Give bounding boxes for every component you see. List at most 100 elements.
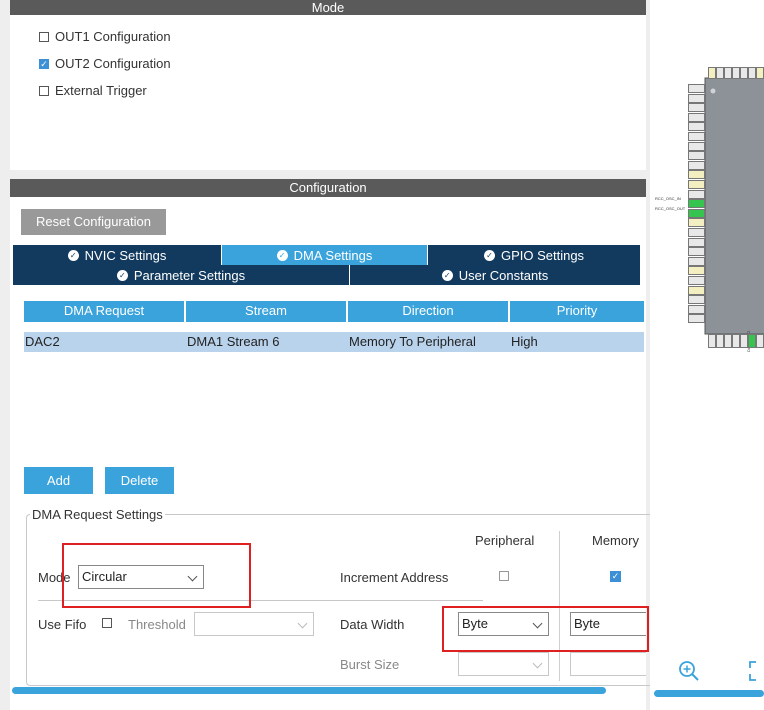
- chip-pin-left[interactable]: [688, 266, 705, 276]
- chip-pin-top[interactable]: [732, 67, 740, 79]
- check-circle-icon: ✓: [67, 249, 79, 261]
- chip-pin-left[interactable]: [688, 141, 705, 151]
- chip-pin-left[interactable]: [688, 247, 705, 257]
- chip-pin-bottom[interactable]: [708, 334, 716, 348]
- chip-pin-left[interactable]: [688, 314, 705, 324]
- chip-pin-top[interactable]: [708, 67, 716, 79]
- out2-config-option[interactable]: ✓ OUT2 Configuration: [39, 56, 171, 71]
- chip-pin-left[interactable]: [688, 112, 705, 122]
- tab-user-constants[interactable]: ✓ User Constants: [350, 265, 640, 285]
- threshold-label: Threshold: [128, 617, 186, 632]
- chip-pin-left[interactable]: [688, 93, 705, 103]
- out2-label: OUT2 Configuration: [55, 56, 171, 71]
- column-header-direction[interactable]: Direction: [348, 301, 508, 322]
- cell-direction: Memory To Peripheral: [348, 332, 511, 352]
- horizontal-scrollbar[interactable]: [12, 687, 606, 694]
- add-button[interactable]: Add: [24, 467, 93, 494]
- tab-parameter-settings[interactable]: ✓ Parameter Settings: [13, 265, 349, 285]
- chevron-down-icon: [532, 658, 543, 669]
- chip-pin-left[interactable]: [688, 295, 705, 305]
- chip-pin-bottom[interactable]: [748, 334, 756, 348]
- chip-pin-left[interactable]: [688, 132, 705, 141]
- out2-checkbox[interactable]: ✓: [39, 58, 49, 69]
- pin1-marker: [710, 88, 716, 94]
- rcc-osc-out-label: RCC_OSC_OUT: [655, 206, 686, 211]
- cell-stream: DMA1 Stream 6: [186, 332, 349, 352]
- column-header-priority[interactable]: Priority: [510, 301, 644, 322]
- chip-pin-left[interactable]: [688, 208, 705, 218]
- external-trigger-checkbox[interactable]: [39, 85, 49, 96]
- chip-pin-left[interactable]: [688, 84, 705, 93]
- column-header-stream[interactable]: Stream: [186, 301, 346, 322]
- chip-view-scrollbar[interactable]: [654, 690, 764, 697]
- tab-nvic-label: NVIC Settings: [84, 247, 167, 263]
- chip-graphic[interactable]: [650, 0, 764, 710]
- tab-dma-label: DMA Settings: [293, 247, 373, 263]
- use-fifo-label: Use Fifo: [38, 617, 87, 632]
- peripheral-column-label: Peripheral: [475, 533, 535, 548]
- chip-pin-left[interactable]: [688, 199, 705, 209]
- column-header-dma-request[interactable]: DMA Request: [24, 301, 184, 322]
- tab-gpio-label: GPIO Settings: [500, 247, 585, 263]
- cell-dma-request: DAC2: [24, 332, 187, 352]
- chip-pin-left[interactable]: [688, 189, 705, 199]
- out1-label: OUT1 Configuration: [55, 29, 171, 44]
- check-circle-icon: ✓: [441, 269, 453, 281]
- tab-nvic-settings[interactable]: ✓ NVIC Settings: [13, 245, 221, 265]
- check-circle-icon: ✓: [116, 269, 128, 281]
- tab-parameter-label: Parameter Settings: [133, 267, 246, 283]
- table-row[interactable]: DAC2 DMA1 Stream 6 Memory To Peripheral …: [24, 332, 644, 352]
- chip-pin-left[interactable]: [688, 237, 705, 247]
- delete-button[interactable]: Delete: [105, 467, 174, 494]
- mode-header: Mode: [10, 0, 646, 15]
- chip-pin-left[interactable]: [688, 180, 705, 189]
- burst-size-memory-select[interactable]: [570, 652, 646, 676]
- chip-pin-bottom[interactable]: [732, 334, 740, 348]
- burst-size-label: Burst Size: [340, 657, 400, 672]
- chip-pin-top[interactable]: [716, 67, 724, 79]
- out1-config-option[interactable]: OUT1 Configuration: [39, 29, 171, 44]
- mode-panel: OUT1 Configuration ✓ OUT2 Configuration …: [10, 15, 646, 170]
- chip-pin-top[interactable]: [756, 67, 764, 79]
- chip-view: RCC_OSC_IN RCC_OSC_OUT DAC_OUT2: [650, 0, 764, 710]
- chip-pin-bottom[interactable]: [740, 334, 748, 348]
- chip-pin-left[interactable]: [688, 304, 705, 314]
- chip-pin-top[interactable]: [724, 67, 732, 79]
- chip-pin-left[interactable]: [688, 256, 705, 266]
- chip-pin-bottom[interactable]: [716, 334, 724, 348]
- check-circle-icon: ✓: [276, 249, 288, 261]
- chip-pin-left[interactable]: [688, 122, 705, 132]
- chip-pin-left[interactable]: [688, 276, 705, 285]
- tab-dma-settings[interactable]: ✓ DMA Settings: [222, 245, 427, 265]
- chip-pin-top[interactable]: [748, 67, 756, 79]
- threshold-select[interactable]: [194, 612, 314, 636]
- reset-configuration-button[interactable]: Reset Configuration: [21, 209, 166, 235]
- highlight-mode-box: [62, 543, 251, 608]
- chip-pin-left[interactable]: [688, 218, 705, 228]
- highlight-data-width-box: [442, 606, 649, 652]
- use-fifo-checkbox[interactable]: [102, 618, 112, 628]
- chip-pin-top[interactable]: [740, 67, 748, 79]
- chip-body: [704, 77, 764, 335]
- chevron-down-icon: [297, 618, 308, 629]
- tab-user-constants-label: User Constants: [458, 267, 549, 283]
- increment-peripheral-checkbox[interactable]: [499, 571, 509, 581]
- chip-pin-left[interactable]: [688, 285, 705, 295]
- data-width-label: Data Width: [340, 617, 405, 632]
- chip-pin-bottom[interactable]: [724, 334, 732, 348]
- tab-gpio-settings[interactable]: ✓ GPIO Settings: [428, 245, 640, 265]
- burst-size-peripheral-select[interactable]: [458, 652, 549, 676]
- chip-pin-left[interactable]: [688, 228, 705, 237]
- out1-checkbox[interactable]: [39, 31, 49, 42]
- chip-pin-left[interactable]: [688, 151, 705, 161]
- chip-pin-bottom[interactable]: [756, 334, 764, 348]
- increment-address-label: Increment Address: [340, 570, 449, 585]
- external-trigger-option[interactable]: External Trigger: [39, 83, 147, 98]
- chip-pin-left[interactable]: [688, 103, 705, 113]
- increment-memory-checkbox[interactable]: ✓: [610, 571, 621, 582]
- fit-screen-icon[interactable]: [748, 660, 764, 682]
- chip-pin-left[interactable]: [688, 170, 705, 180]
- zoom-in-icon[interactable]: [678, 660, 700, 682]
- cell-priority: High: [510, 332, 644, 352]
- chip-pin-left[interactable]: [688, 160, 705, 170]
